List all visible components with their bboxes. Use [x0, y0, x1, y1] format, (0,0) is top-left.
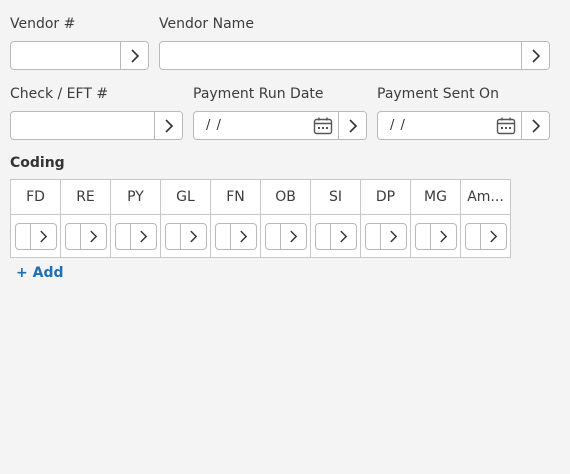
- coding-fd-lookup-button[interactable]: [29, 223, 56, 249]
- payment-run-date-lookup-button[interactable]: [338, 112, 366, 139]
- payment-sent-on-label: Payment Sent On: [377, 86, 499, 102]
- coding-si-field[interactable]: [314, 222, 357, 250]
- coding-re-lookup-button[interactable]: [79, 223, 106, 249]
- payment-sent-on-value[interactable]: / /: [378, 112, 491, 139]
- chevron-right-icon: [289, 230, 297, 242]
- chevron-right-icon: [531, 48, 540, 63]
- vendor-number-input[interactable]: [11, 42, 120, 69]
- coding-cell-re: [60, 214, 111, 258]
- chevron-right-icon: [339, 230, 347, 242]
- chevron-right-icon: [189, 230, 197, 242]
- chevron-right-icon: [489, 230, 497, 242]
- coding-py-lookup-button[interactable]: [129, 223, 156, 249]
- coding-cell-fd: [10, 214, 61, 258]
- coding-dp-field[interactable]: [364, 222, 407, 250]
- coding-cell-dp: [360, 214, 411, 258]
- coding-cell-py: [110, 214, 161, 258]
- coding-col-amount: Am...: [460, 179, 511, 215]
- coding-row: [10, 214, 511, 258]
- chevron-right-icon: [139, 230, 147, 242]
- calendar-icon: [496, 117, 516, 134]
- coding-col-py: PY: [110, 179, 161, 215]
- coding-cell-fn: [210, 214, 261, 258]
- coding-ob-lookup-button[interactable]: [279, 223, 306, 249]
- chevron-right-icon: [348, 118, 357, 133]
- coding-amount-field[interactable]: [464, 222, 507, 250]
- payment-run-date-label: Payment Run Date: [193, 86, 324, 102]
- coding-re-field[interactable]: [64, 222, 107, 250]
- vendor-number-lookup-button[interactable]: [120, 42, 148, 69]
- add-coding-row-button[interactable]: + Add: [16, 265, 63, 281]
- check-eft-label: Check / EFT #: [10, 86, 109, 102]
- coding-section-title: Coding: [10, 155, 65, 171]
- chevron-right-icon: [39, 230, 47, 242]
- vendor-name-input[interactable]: [160, 42, 521, 69]
- vendor-number-label: Vendor #: [10, 16, 76, 32]
- chevron-right-icon: [164, 118, 173, 133]
- coding-table: FD RE PY GL FN OB SI DP MG Am...: [10, 179, 511, 258]
- payment-sent-on-field[interactable]: / /: [377, 111, 550, 140]
- coding-cell-si: [310, 214, 361, 258]
- coding-fn-field[interactable]: [214, 222, 257, 250]
- coding-gl-field[interactable]: [164, 222, 207, 250]
- payment-run-date-field[interactable]: / /: [193, 111, 367, 140]
- coding-col-ob: OB: [260, 179, 311, 215]
- coding-si-lookup-button[interactable]: [329, 223, 356, 249]
- coding-col-re: RE: [60, 179, 111, 215]
- chevron-right-icon: [89, 230, 97, 242]
- coding-dp-lookup-button[interactable]: [379, 223, 406, 249]
- coding-fd-field[interactable]: [14, 222, 57, 250]
- coding-amount-lookup-button[interactable]: [479, 223, 506, 249]
- coding-cell-gl: [160, 214, 211, 258]
- chevron-right-icon: [389, 230, 397, 242]
- coding-col-fn: FN: [210, 179, 261, 215]
- payment-sent-on-lookup-button[interactable]: [521, 112, 549, 139]
- coding-cell-mg: [410, 214, 461, 258]
- chevron-right-icon: [130, 48, 139, 63]
- payment-run-date-value[interactable]: / /: [194, 112, 308, 139]
- coding-col-si: SI: [310, 179, 361, 215]
- coding-ob-field[interactable]: [264, 222, 307, 250]
- payment-run-date-calendar-button[interactable]: [308, 112, 338, 139]
- chevron-right-icon: [531, 118, 540, 133]
- coding-cell-ob: [260, 214, 311, 258]
- coding-fn-lookup-button[interactable]: [229, 223, 256, 249]
- vendor-number-field[interactable]: [10, 41, 149, 70]
- coding-py-field[interactable]: [114, 222, 157, 250]
- coding-col-gl: GL: [160, 179, 211, 215]
- coding-col-mg: MG: [410, 179, 461, 215]
- check-eft-field[interactable]: [10, 111, 183, 140]
- coding-gl-lookup-button[interactable]: [179, 223, 206, 249]
- coding-cell-amount: [460, 214, 511, 258]
- vendor-name-label: Vendor Name: [159, 16, 254, 32]
- check-eft-input[interactable]: [11, 112, 154, 139]
- calendar-icon: [313, 117, 333, 134]
- coding-col-fd: FD: [10, 179, 61, 215]
- coding-mg-lookup-button[interactable]: [429, 223, 456, 249]
- coding-col-dp: DP: [360, 179, 411, 215]
- payment-sent-on-calendar-button[interactable]: [491, 112, 521, 139]
- chevron-right-icon: [239, 230, 247, 242]
- chevron-right-icon: [439, 230, 447, 242]
- vendor-name-field[interactable]: [159, 41, 550, 70]
- vendor-name-lookup-button[interactable]: [521, 42, 549, 69]
- coding-mg-field[interactable]: [414, 222, 457, 250]
- check-eft-lookup-button[interactable]: [154, 112, 182, 139]
- coding-header-row: FD RE PY GL FN OB SI DP MG Am...: [10, 179, 511, 215]
